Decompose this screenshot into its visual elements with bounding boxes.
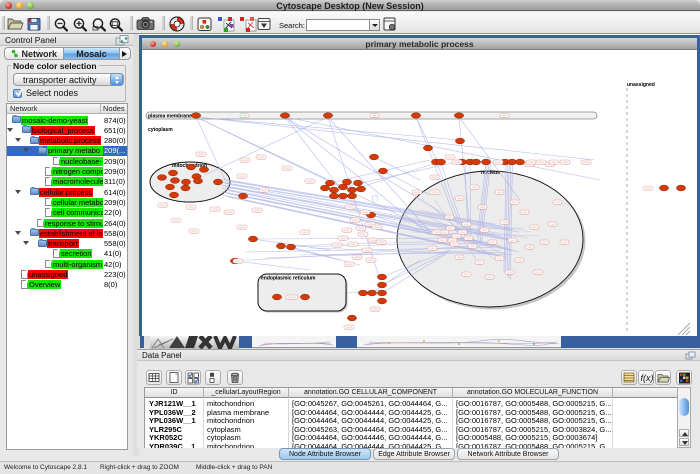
svg-text:plasma membrane: plasma membrane <box>148 114 192 120</box>
svg-text:nucleus: nucleus <box>481 170 500 176</box>
svg-text:unassigned: unassigned <box>627 82 655 88</box>
svg-text:cytoplasm: cytoplasm <box>148 127 173 133</box>
svg-text:endoplasmic reticulum: endoplasmic reticulum <box>261 276 316 282</box>
